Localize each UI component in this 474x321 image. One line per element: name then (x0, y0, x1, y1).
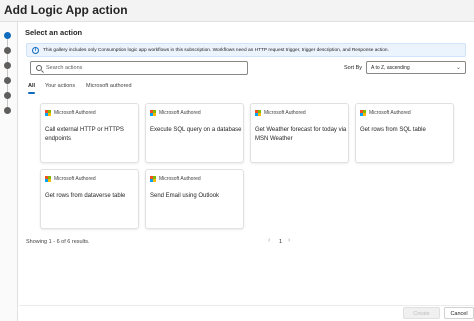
card-header: Microsoft Authored (45, 109, 137, 117)
step-4-indicator[interactable] (4, 77, 11, 84)
microsoft-logo-icon (150, 110, 156, 116)
card-title: Send Email using Outlook (150, 193, 220, 199)
sort-dropdown[interactable]: A to Z, ascending ⌄ (366, 61, 466, 74)
card-header: Microsoft Authored (150, 109, 242, 117)
step-3-indicator[interactable] (4, 62, 11, 69)
action-card[interactable]: Microsoft Authored Send Email using Outl… (145, 169, 244, 229)
microsoft-logo-icon (45, 176, 51, 182)
info-message-bar: i This gallery includes only Consumption… (26, 43, 466, 57)
sort-selected-value: A to Z, ascending (371, 65, 410, 71)
info-icon: i (32, 47, 39, 54)
page-number[interactable]: 1 (279, 239, 282, 245)
chevron-right-icon[interactable]: › (288, 237, 290, 244)
action-card[interactable]: Microsoft Authored Get rows from dataver… (40, 169, 139, 229)
chevron-left-icon[interactable]: ‹ (268, 237, 270, 244)
action-card[interactable]: Microsoft Authored Call external HTTP or… (40, 103, 139, 163)
filter-tabs: All Your actions Microsoft authored (28, 83, 228, 95)
card-title: Get rows from SQL table (360, 127, 426, 133)
sort-by-label: Sort By (344, 65, 363, 71)
title-bar: Add Logic App action (0, 0, 474, 22)
card-header: Microsoft Authored (255, 109, 347, 117)
step-6-indicator[interactable] (4, 107, 11, 114)
card-title: Execute SQL query on a database (150, 127, 242, 133)
card-header: Microsoft Authored (45, 175, 137, 183)
search-icon (36, 65, 42, 71)
search-box[interactable] (30, 61, 248, 75)
tab-your-actions[interactable]: Your actions (45, 83, 75, 94)
step-1-indicator[interactable] (4, 32, 11, 39)
wizard-stepper (0, 22, 18, 321)
section-title: Select an action (25, 28, 83, 37)
footer-divider (19, 305, 474, 306)
search-input[interactable] (46, 63, 241, 73)
step-5-indicator[interactable] (4, 92, 11, 99)
microsoft-logo-icon (360, 110, 366, 116)
card-title: Get rows from dataverse table (45, 193, 126, 199)
card-publisher: Microsoft Authored (54, 110, 96, 116)
microsoft-logo-icon (150, 176, 156, 182)
tab-all[interactable]: All (28, 83, 36, 94)
card-publisher: Microsoft Authored (264, 110, 306, 116)
create-button[interactable]: Create (403, 307, 440, 319)
card-header: Microsoft Authored (150, 175, 242, 183)
action-card[interactable]: Microsoft Authored Get rows from SQL tab… (355, 103, 454, 163)
page-title: Add Logic App action (4, 3, 128, 17)
cancel-button[interactable]: Cancel (444, 307, 474, 319)
pagination: ‹ 1 › (268, 237, 298, 247)
chevron-down-icon: ⌄ (455, 65, 461, 71)
action-card[interactable]: Microsoft Authored Execute SQL query on … (145, 103, 244, 163)
step-2-indicator[interactable] (4, 47, 11, 54)
action-card[interactable]: Microsoft Authored Get Weather forecast … (250, 103, 349, 163)
results-count: Showing 1 - 6 of 6 results. (26, 239, 90, 245)
card-header: Microsoft Authored (360, 109, 452, 117)
card-publisher: Microsoft Authored (159, 110, 201, 116)
card-title: Call external HTTP or HTTPS endpoints (45, 127, 124, 142)
main-panel: Select an action i This gallery includes… (19, 22, 474, 321)
microsoft-logo-icon (255, 110, 261, 116)
microsoft-logo-icon (45, 110, 51, 116)
info-message-text: This gallery includes only Consumption l… (43, 47, 389, 53)
card-publisher: Microsoft Authored (369, 110, 411, 116)
card-publisher: Microsoft Authored (159, 176, 201, 182)
tab-microsoft-authored[interactable]: Microsoft authored (86, 83, 132, 94)
card-publisher: Microsoft Authored (54, 176, 96, 182)
card-title: Get Weather forecast for today via MSN W… (255, 127, 347, 142)
